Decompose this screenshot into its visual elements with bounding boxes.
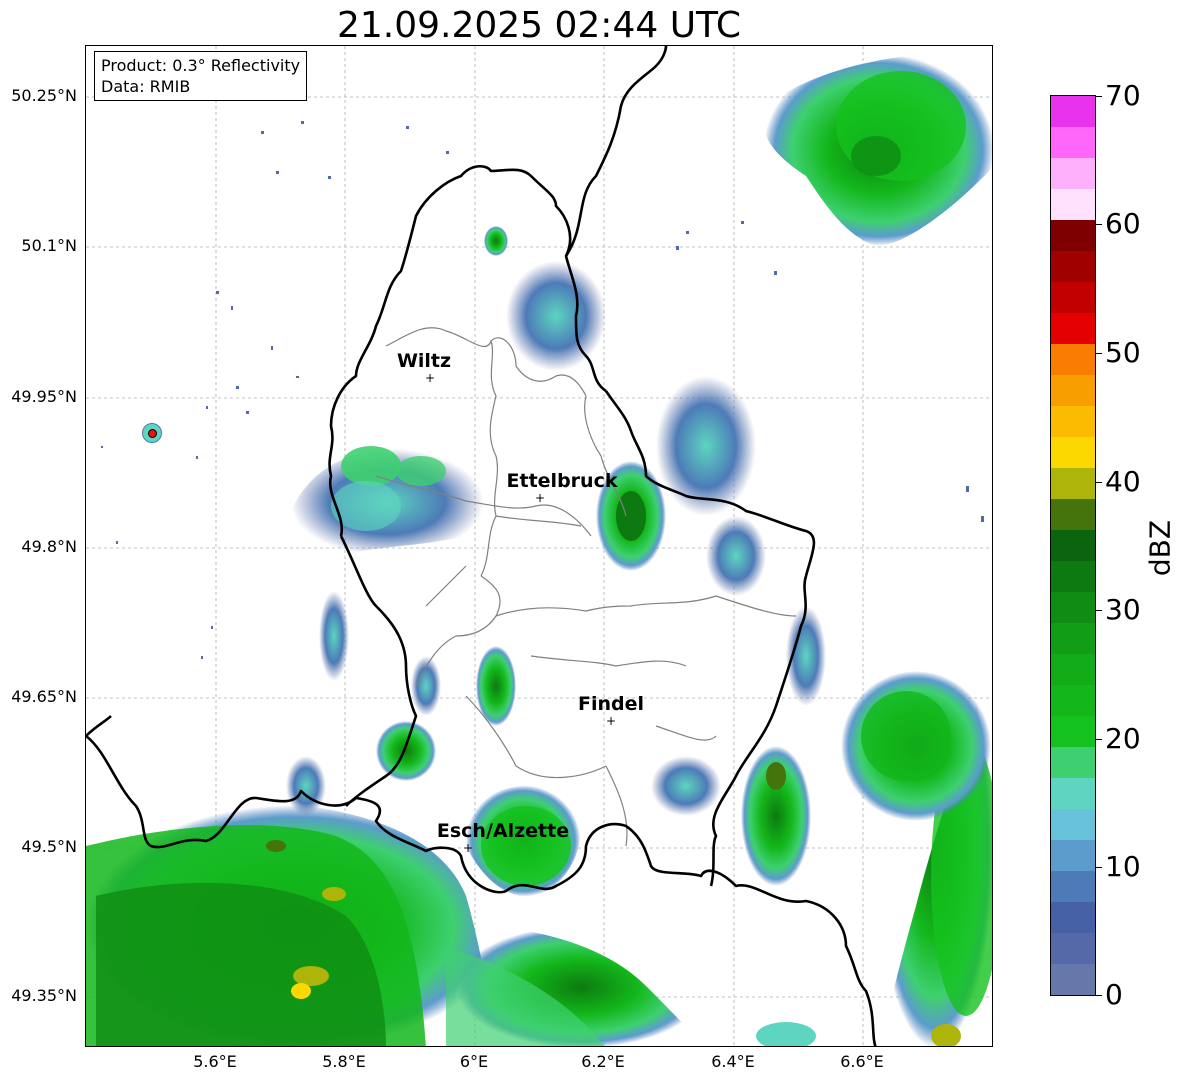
lat-label: 50.1°N: [21, 236, 77, 255]
city-label-findel: Findel: [577, 693, 645, 715]
lon-label: 6.4°E: [711, 1052, 755, 1071]
colorbar-tick: [1096, 867, 1102, 868]
lat-label: 49.8°N: [21, 537, 77, 556]
city-label-wiltz: Wiltz: [396, 350, 452, 372]
colorbar-segment: [1051, 623, 1095, 654]
product-info-box: Product: 0.3° Reflectivity Data: RMIB: [94, 51, 308, 101]
colorbar-segment: [1051, 933, 1095, 964]
colorbar-segment: [1051, 871, 1095, 902]
city-marker-icon: +: [535, 491, 546, 505]
colorbar-segment: [1051, 964, 1095, 995]
colorbar-tick: [1096, 353, 1102, 354]
colorbar-segment: [1051, 778, 1095, 809]
colorbar-segment: [1051, 220, 1095, 251]
colorbar-segment: [1051, 530, 1095, 561]
colorbar-segment: [1051, 685, 1095, 716]
radar-site-marker[interactable]: [142, 423, 162, 443]
city-marker-icon: +: [463, 841, 474, 855]
colorbar-tick-label: 30: [1105, 593, 1141, 626]
colorbar-segment: [1051, 313, 1095, 344]
data-source-text: Data: RMIB: [101, 77, 191, 96]
colorbar-tick: [1096, 610, 1102, 611]
lat-label: 49.5°N: [21, 837, 77, 856]
colorbar-segment: [1051, 747, 1095, 778]
city-label-esch-alzette: Esch/Alzette: [436, 820, 570, 842]
lon-label: 5.8°E: [322, 1052, 366, 1071]
colorbar-segment: [1051, 499, 1095, 530]
colorbar-segment: [1051, 127, 1095, 158]
colorbar-tick-label: 50: [1105, 336, 1141, 369]
colorbar-tick-label: 70: [1105, 79, 1141, 112]
colorbar-segment: [1051, 437, 1095, 468]
lon-label: 6°E: [459, 1052, 489, 1071]
colorbar-segment: [1051, 809, 1095, 840]
colorbar-segment: [1051, 375, 1095, 406]
colorbar-segment: [1051, 251, 1095, 282]
radar-map[interactable]: [85, 45, 993, 1047]
colorbar-tick: [1096, 482, 1102, 483]
colorbar-segment: [1051, 468, 1095, 499]
colorbar-segment: [1051, 592, 1095, 623]
product-text: Product: 0.3° Reflectivity: [101, 56, 301, 75]
colorbar-tick: [1096, 995, 1102, 996]
city-marker-icon: +: [606, 714, 617, 728]
colorbar-tick-label: 40: [1105, 465, 1141, 498]
colorbar-segment: [1051, 840, 1095, 871]
colorbar-segment: [1051, 902, 1095, 933]
lat-label: 49.65°N: [11, 687, 77, 706]
colorbar-segment: [1051, 406, 1095, 437]
map-title: 21.09.2025 02:44 UTC: [336, 5, 742, 46]
colorbar-tick: [1096, 224, 1102, 225]
colorbar-segment: [1051, 282, 1095, 313]
colorbar-segment: [1051, 158, 1095, 189]
city-label-ettelbruck: Ettelbruck: [506, 470, 618, 492]
colorbar-segment: [1051, 189, 1095, 220]
lat-label: 49.95°N: [11, 387, 77, 406]
lon-label: 6.6°E: [840, 1052, 884, 1071]
city-marker-icon: +: [425, 371, 436, 385]
radar-map-canvas: [86, 46, 992, 1046]
lat-label: 50.25°N: [11, 86, 77, 105]
colorbar-tick-label: 10: [1105, 850, 1141, 883]
colorbar-tick-label: 20: [1105, 722, 1141, 755]
colorbar-segment: [1051, 716, 1095, 747]
colorbar-segment: [1051, 654, 1095, 685]
colorbar-tick-label: 60: [1105, 207, 1141, 240]
lon-label: 6.2°E: [581, 1052, 625, 1071]
radar-echoes: [86, 53, 992, 1046]
colorbar-tick: [1096, 739, 1102, 740]
colorbar-segment: [1051, 344, 1095, 375]
colorbar-segment: [1051, 96, 1095, 127]
colorbar-unit-label: dBZ: [1143, 519, 1177, 577]
colorbar: [1050, 95, 1096, 996]
lon-label: 5.6°E: [193, 1052, 237, 1071]
colorbar-segment: [1051, 561, 1095, 592]
radar-site-dot: [148, 429, 157, 438]
colorbar-tick-label: 0: [1105, 978, 1123, 1011]
lat-label: 49.35°N: [11, 986, 77, 1005]
colorbar-tick: [1096, 96, 1102, 97]
